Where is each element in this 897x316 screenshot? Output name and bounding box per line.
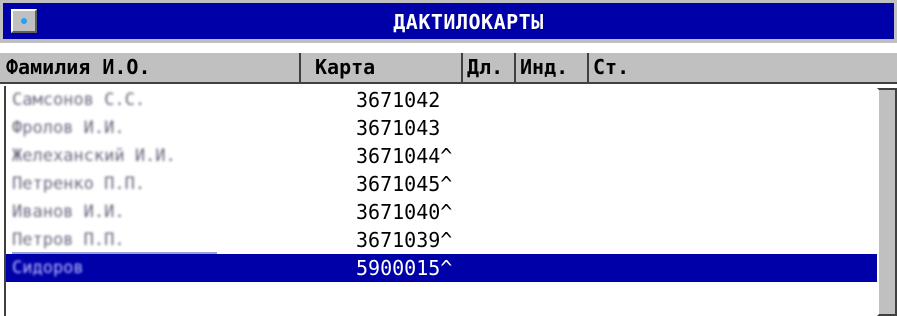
column-header-row: Фамилия И.О. Карта Дл. Инд. Ст. (0, 51, 897, 84)
row-card: 3671044^ (356, 144, 453, 168)
list-item[interactable]: Фролов И.И. 3671043 (6, 114, 880, 142)
card-list: Самсонов С.С. 3671042 Фролов И.И. 367104… (4, 86, 880, 316)
column-header-dl[interactable]: Дл. (463, 53, 516, 82)
system-menu-button[interactable] (11, 9, 37, 33)
title-bar: ДАКТИЛОКАРТЫ (0, 0, 897, 43)
row-card: 3671042 (356, 88, 441, 112)
list-item[interactable]: Петров П.П. 3671039^ (6, 226, 880, 254)
list-item[interactable]: Петренко П.П. 3671045^ (6, 170, 880, 198)
column-header-ind[interactable]: Инд. (516, 53, 589, 82)
row-name: Петров П.П. (12, 230, 125, 250)
column-header-name[interactable]: Фамилия И.О. (0, 53, 301, 82)
column-header-st[interactable]: Ст. (589, 53, 897, 82)
column-header-card[interactable]: Карта (301, 53, 463, 82)
row-name: Петренко П.П. (12, 174, 146, 194)
list-item[interactable]: Иванов И.И. 3671040^ (6, 198, 880, 226)
list-item[interactable]: Желеханский И.И. 3671044^ (6, 142, 880, 170)
row-card: 3671045^ (356, 172, 453, 196)
row-card: 3671039^ (356, 228, 453, 252)
row-card: 3671043 (356, 116, 441, 140)
vertical-scrollbar[interactable] (877, 88, 897, 316)
row-card: 5900015^ (356, 256, 453, 280)
row-name: Самсонов С.С. (12, 90, 146, 110)
row-name: Сидоров (12, 258, 84, 278)
row-card: 3671040^ (356, 200, 453, 224)
list-item-selected[interactable]: Сидоров 5900015^ (6, 254, 880, 282)
row-name: Желеханский И.И. (12, 146, 176, 166)
system-menu-icon (21, 18, 27, 24)
row-name: Фролов И.И. (12, 118, 125, 138)
window-title: ДАКТИЛОКАРТЫ (393, 10, 544, 34)
row-name: Иванов И.И. (12, 202, 125, 222)
list-item[interactable]: Самсонов С.С. 3671042 (6, 86, 880, 114)
dactylocards-window: ДАКТИЛОКАРТЫ Фамилия И.О. Карта Дл. Инд.… (0, 0, 897, 316)
